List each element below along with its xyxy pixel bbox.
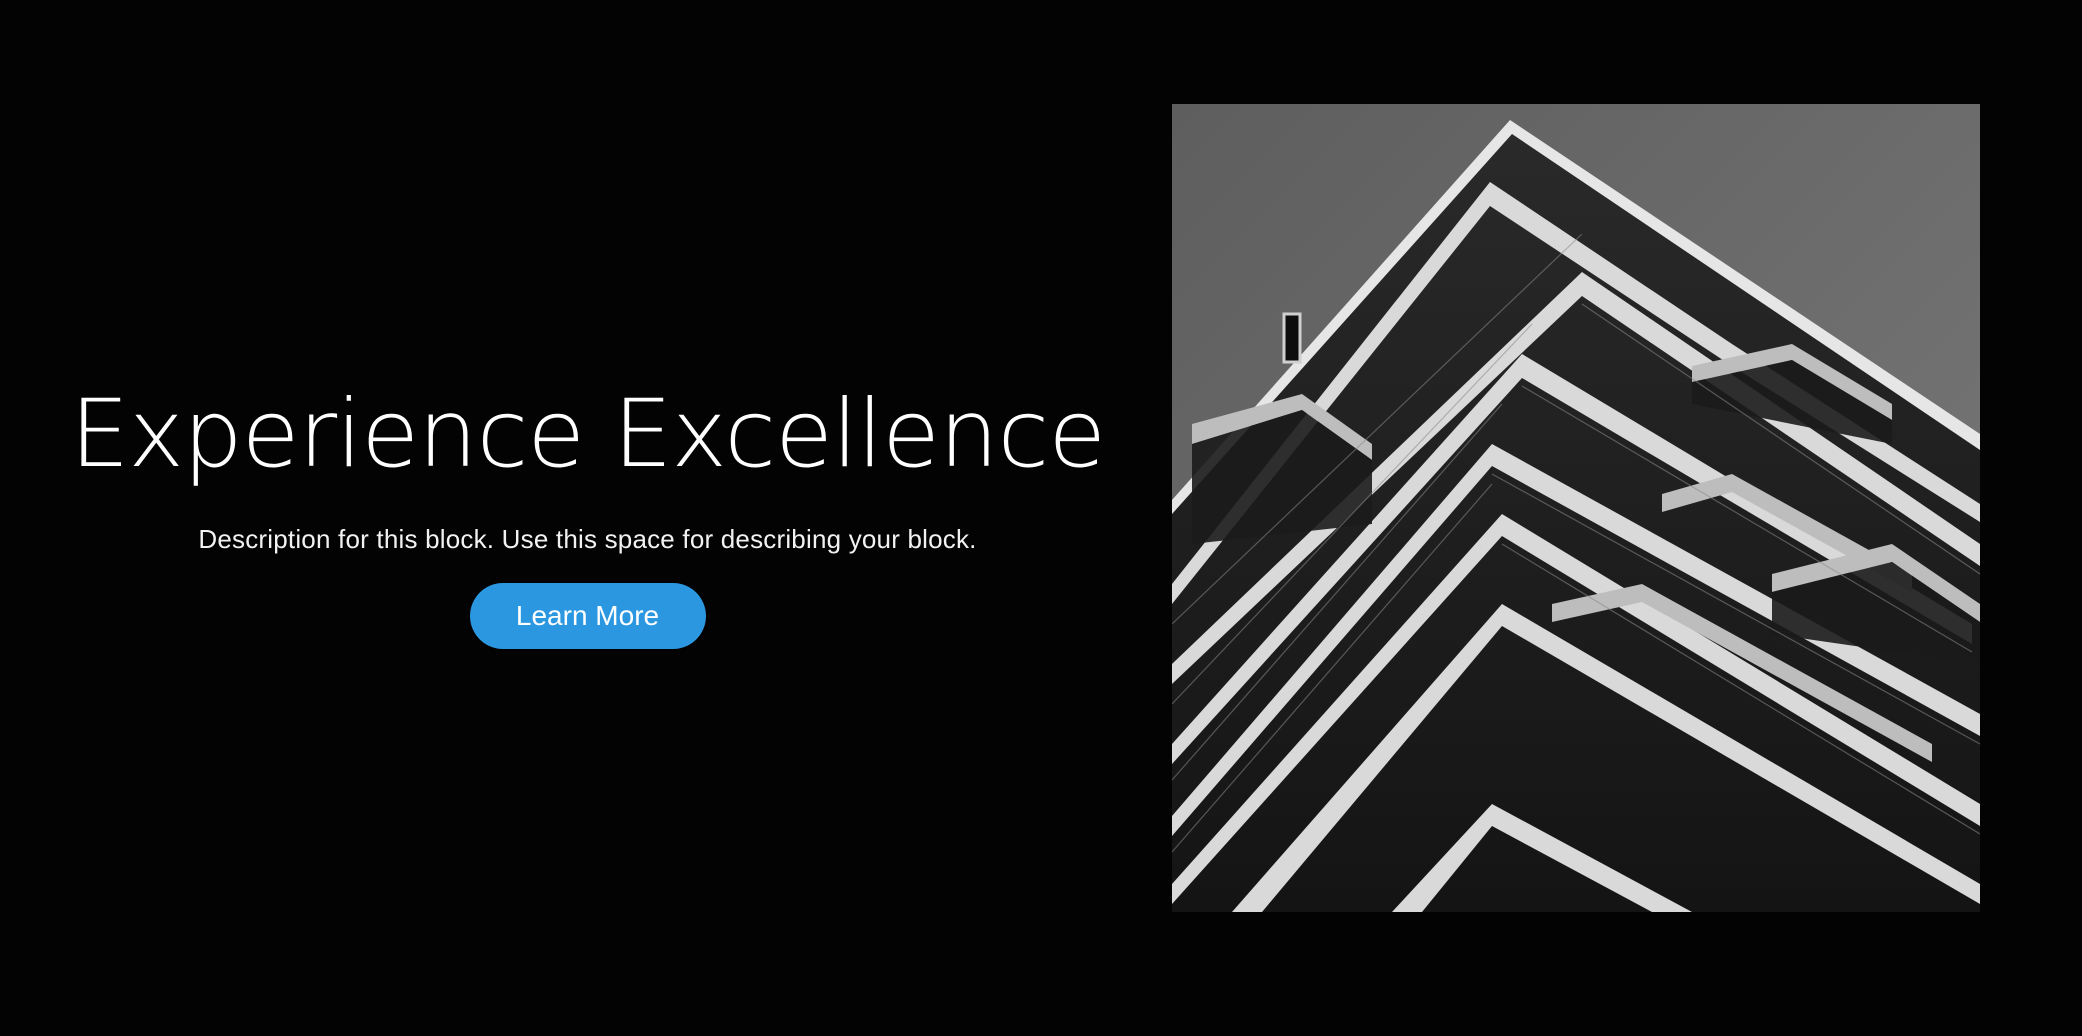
hero-title: Experience Excellence xyxy=(69,379,1106,489)
hero-text-column: Experience Excellence Description for th… xyxy=(0,0,1175,1036)
hero-section: Experience Excellence Description for th… xyxy=(0,0,2082,1036)
building-image xyxy=(1172,104,1980,912)
learn-more-button[interactable]: Learn More xyxy=(469,583,706,650)
building-photo xyxy=(1172,104,1980,912)
hero-description: Description for this block. Use this spa… xyxy=(198,524,977,555)
